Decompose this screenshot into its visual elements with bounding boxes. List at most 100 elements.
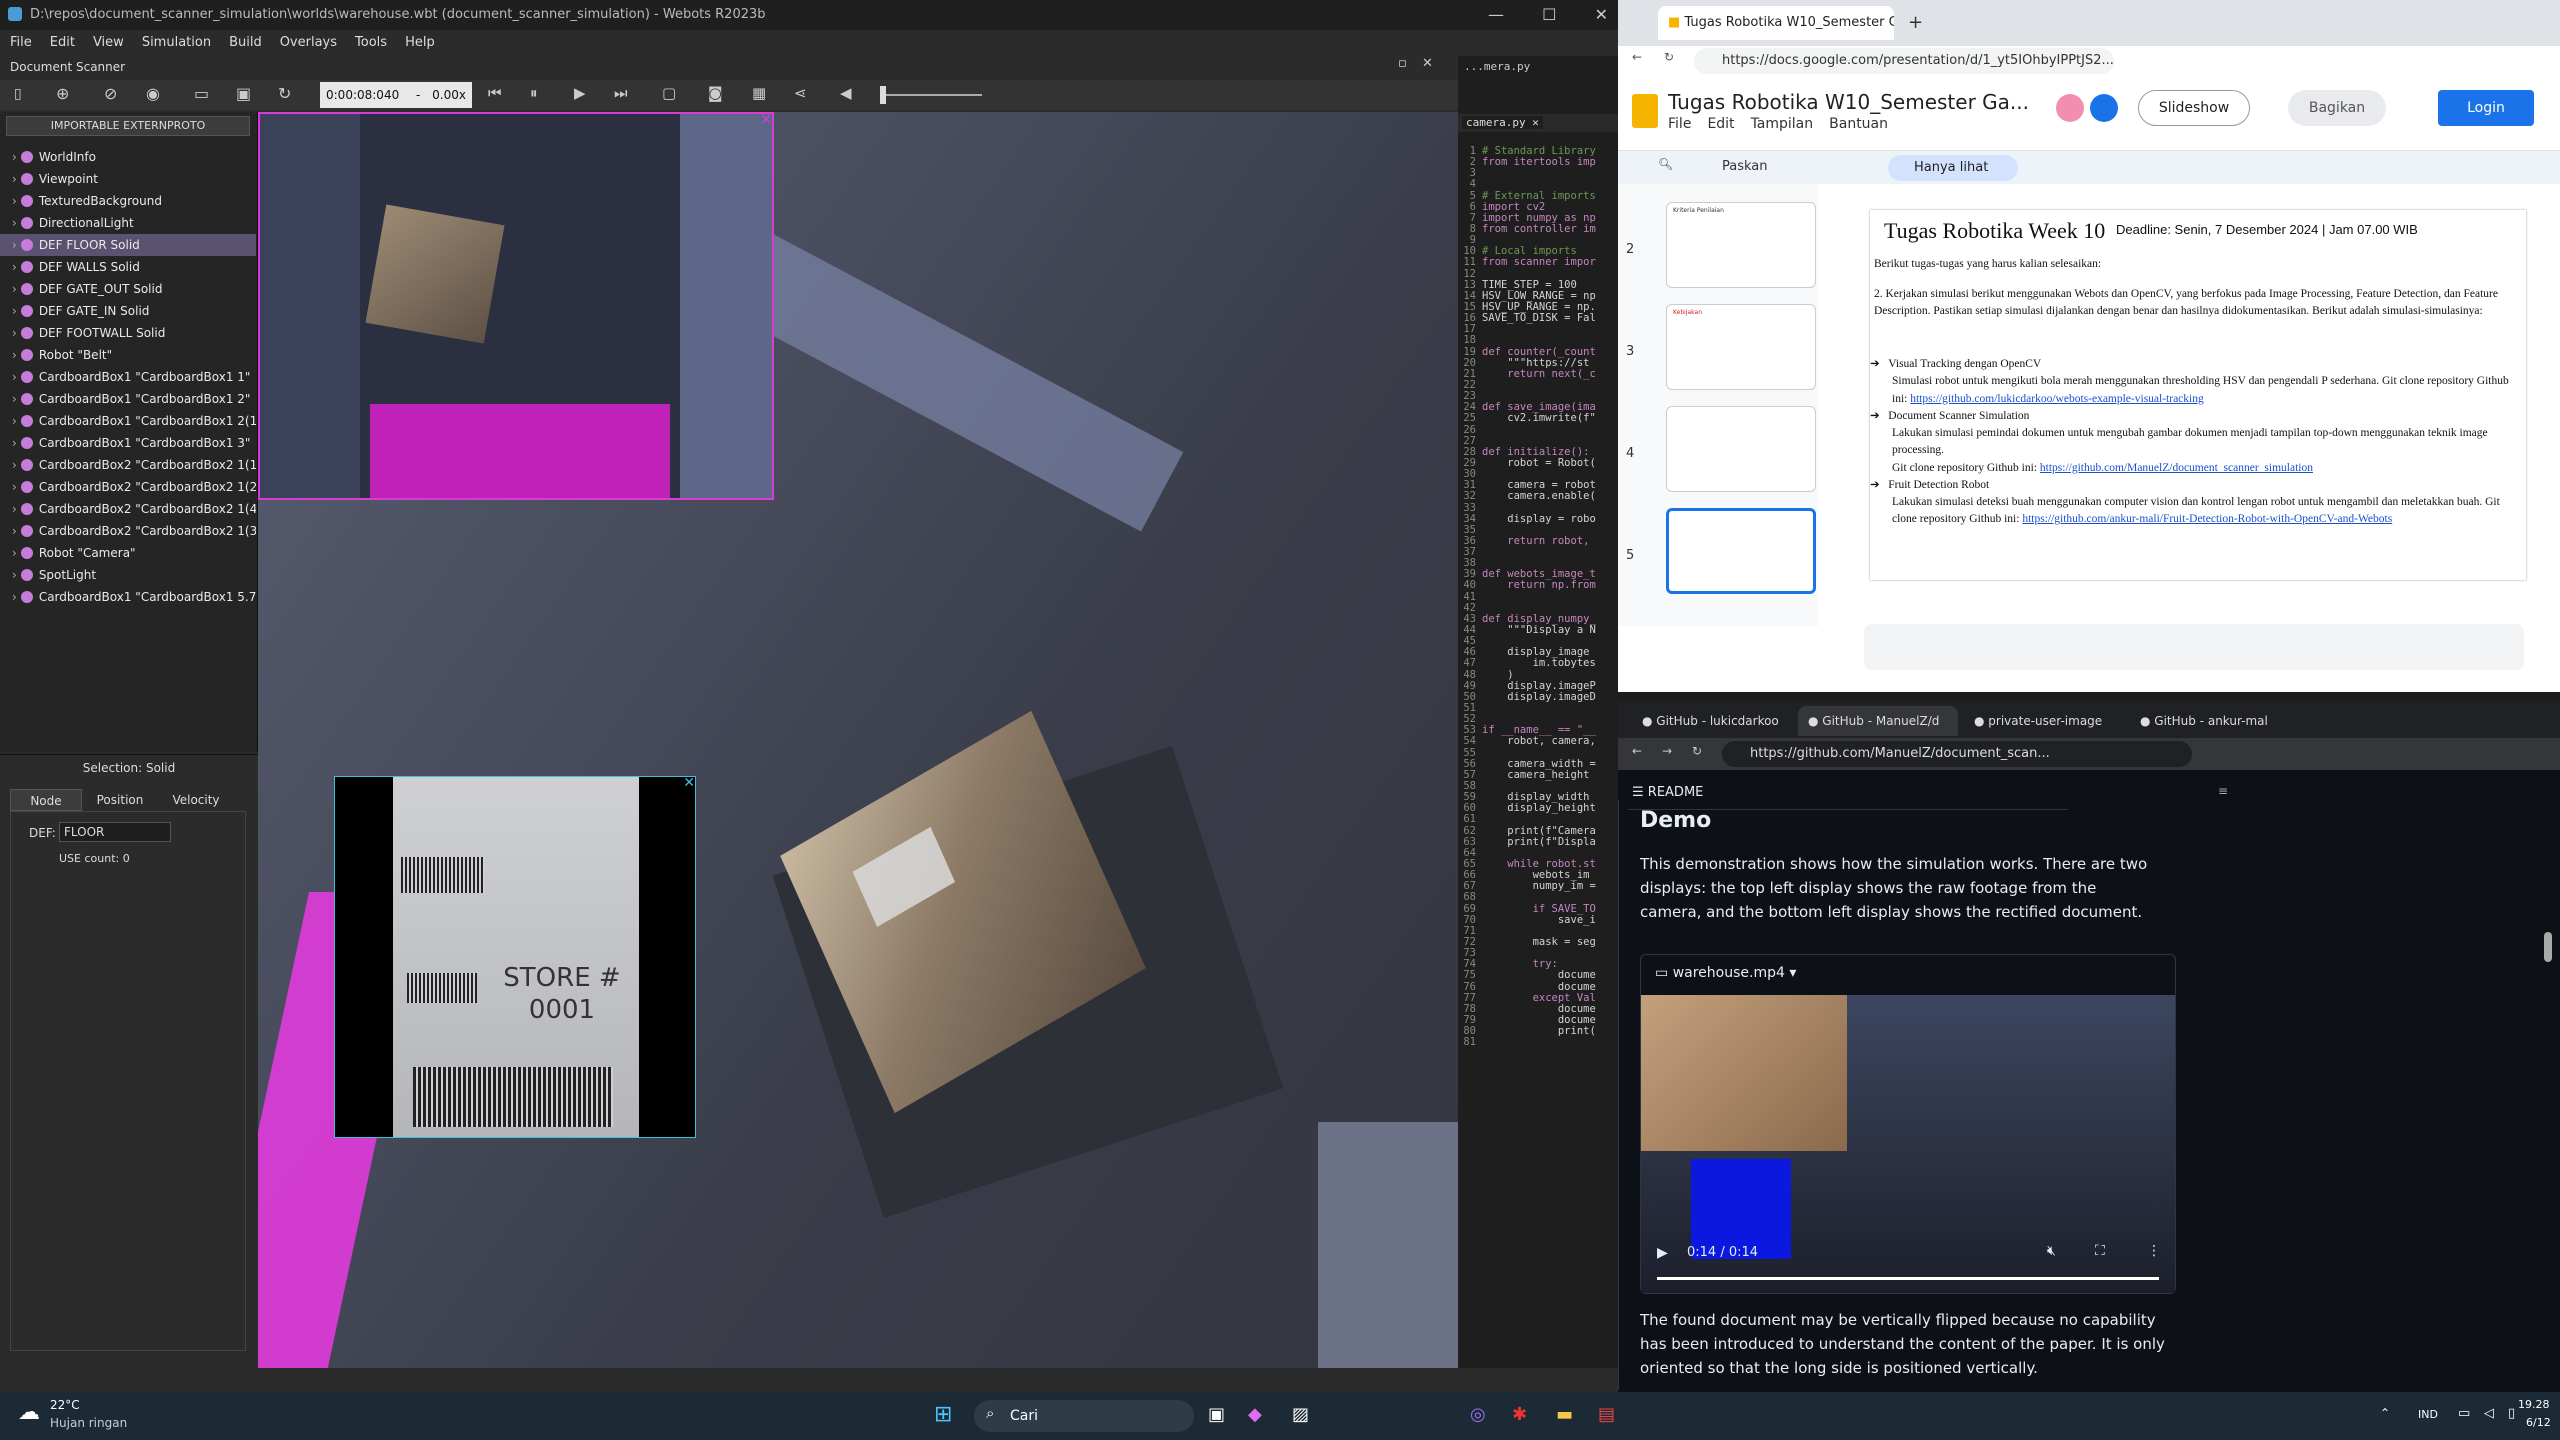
record-icon[interactable]: ▦ xyxy=(752,84,766,102)
video-more-icon[interactable]: ⋮ xyxy=(2147,1243,2161,1259)
menu-build[interactable]: Build xyxy=(229,30,262,56)
open-icon[interactable]: ▭ xyxy=(194,84,209,103)
slides-menu-help[interactable]: Bantuan xyxy=(1829,116,1888,132)
new-tab-icon[interactable]: + xyxy=(1908,12,1923,33)
camera-close-icon[interactable]: ✕ xyxy=(760,114,772,128)
doc-title[interactable]: Tugas Robotika W10_Semester Ga... xyxy=(1668,90,2029,114)
pause-icon[interactable]: ⏸ xyxy=(530,84,538,102)
url-bar[interactable]: https://docs.google.com/presentation/d/1… xyxy=(1694,48,2114,74)
gh-back-icon[interactable]: ← xyxy=(1632,744,1642,758)
slides-menu-view[interactable]: Tampilan xyxy=(1751,116,1814,132)
tree-item[interactable]: › CardboardBox2 "CardboardBox2 1(2)" xyxy=(0,476,256,498)
search-box[interactable]: Cari xyxy=(974,1400,1194,1432)
clock-time[interactable]: 19.28 xyxy=(2518,1398,2550,1411)
gh-reload-icon[interactable]: ↻ xyxy=(1692,744,1702,758)
explorer-icon[interactable]: ▬ xyxy=(1556,1404,1573,1425)
volume-handle[interactable] xyxy=(880,86,886,104)
volume-icon[interactable]: ◀ xyxy=(840,84,852,102)
gh-forward-icon[interactable]: → xyxy=(1662,744,1672,758)
app-icon-1[interactable]: ◎ xyxy=(1470,1404,1486,1425)
camera-icon[interactable]: ◙ xyxy=(708,84,723,102)
video-fullscreen-icon[interactable]: ⛶ xyxy=(2095,1243,2105,1259)
save-icon[interactable]: ▣ xyxy=(236,84,251,103)
weather-icon[interactable]: ☁ xyxy=(18,1400,40,1425)
menu-simulation[interactable]: Simulation xyxy=(142,30,211,56)
bullet-2-link[interactable]: https://github.com/ManuelZ/document_scan… xyxy=(2040,462,2313,474)
start-icon[interactable]: ⊞ xyxy=(934,1402,952,1427)
3d-view[interactable]: ✕ STORE # 0001 ✕ xyxy=(258,112,1458,1368)
restore-icon[interactable]: ▢ xyxy=(662,84,676,102)
minimize-icon[interactable]: — xyxy=(1488,0,1504,30)
speaker-notes[interactable] xyxy=(1864,624,2524,670)
undock-icon[interactable]: ▫ xyxy=(1398,56,1407,71)
fast-forward-icon[interactable]: ⏭ xyxy=(614,84,628,102)
reload-icon[interactable]: ↻ xyxy=(1664,50,1674,64)
volume-slider[interactable] xyxy=(882,94,982,96)
slide-thumbnail[interactable]: Kriteria Penilaian xyxy=(1666,202,1816,288)
tree-item[interactable]: › WorldInfo xyxy=(0,146,256,168)
tree-item[interactable]: › CardboardBox2 "CardboardBox2 1(4)" xyxy=(0,498,256,520)
slide-thumbnail[interactable] xyxy=(1666,508,1816,594)
tree-item[interactable]: › CardboardBox1 "CardboardBox1 3" xyxy=(0,432,256,454)
slides-menu-file[interactable]: File xyxy=(1668,116,1691,132)
language[interactable]: IND xyxy=(2418,1408,2438,1421)
volume-tray-icon[interactable]: ◁ xyxy=(2484,1406,2494,1421)
tab-position[interactable]: Position xyxy=(82,789,158,811)
tab-slides[interactable]: ■ Tugas Robotika W10_Semester Ga xyxy=(1658,6,1894,40)
photos-icon[interactable]: ▨ xyxy=(1292,1404,1309,1425)
tree-item[interactable]: › DirectionalLight xyxy=(0,212,256,234)
editor-tab-camera[interactable]: camera.py ✕ xyxy=(1462,116,1543,129)
video-player[interactable]: ▶ 0:14 / 0:14 🔇︎ ⛶ ⋮ xyxy=(1641,995,2175,1293)
close-icon[interactable]: ✕ xyxy=(1595,0,1608,30)
tree-item[interactable]: › DEF GATE_IN Solid xyxy=(0,300,256,322)
slide-thumbnail[interactable] xyxy=(1666,406,1816,492)
rectified-display[interactable]: STORE # 0001 ✕ xyxy=(334,775,696,1138)
tree-item[interactable]: › CardboardBox1 "CardboardBox1 2" xyxy=(0,388,256,410)
play-icon[interactable]: ▶ xyxy=(574,84,586,102)
tab-node[interactable]: Node xyxy=(10,789,82,811)
network-icon[interactable]: ▭ xyxy=(2458,1406,2470,1421)
tree-item[interactable]: › CardboardBox1 "CardboardBox1 2(1)" xyxy=(0,410,256,432)
avatar[interactable] xyxy=(2056,94,2084,122)
tree-item[interactable]: › CardboardBox2 "CardboardBox2 1(3)" xyxy=(0,520,256,542)
view-icon[interactable]: ◉ xyxy=(146,84,160,103)
github-tab[interactable]: ● GitHub - lukicdarkoo xyxy=(1632,706,1792,736)
share-button[interactable]: Bagikan xyxy=(2288,90,2386,126)
zoom-icon[interactable]: 🔍︎ xyxy=(1658,157,1673,171)
github-tab[interactable]: ● private-user-image xyxy=(1964,706,2124,736)
bullet-1-link[interactable]: https://github.com/lukicdarkoo/webots-ex… xyxy=(1910,393,2204,405)
add-node-icon[interactable]: ⊕ xyxy=(56,84,69,103)
camera-display[interactable]: ✕ xyxy=(258,112,774,500)
video-play-icon[interactable]: ▶ xyxy=(1657,1245,1668,1261)
menu-overlays[interactable]: Overlays xyxy=(280,30,337,56)
hide-panel-icon[interactable]: ▯ xyxy=(14,86,22,102)
menu-help[interactable]: Help xyxy=(405,30,435,56)
tree-item[interactable]: › Robot "Camera" xyxy=(0,542,256,564)
share-icon[interactable]: ⋖ xyxy=(794,84,807,102)
app-icon-2[interactable]: ▤ xyxy=(1598,1404,1615,1425)
menu-edit[interactable]: Edit xyxy=(50,30,75,56)
importable-externproto-button[interactable]: IMPORTABLE EXTERNPROTO xyxy=(6,116,250,136)
video-mute-icon[interactable]: 🔇︎ xyxy=(2047,1243,2056,1259)
webots-taskbar-icon[interactable]: ✱ xyxy=(1512,1404,1527,1425)
battery-icon[interactable]: ▯ xyxy=(2508,1406,2515,1421)
reload-icon[interactable]: ↻ xyxy=(278,84,291,103)
gh-url-bar[interactable]: https://github.com/ManuelZ/document_scan… xyxy=(1722,741,2192,767)
readme-outline-icon[interactable]: ≡ xyxy=(2218,784,2228,798)
slide-thumbnail[interactable]: Kebijakan xyxy=(1666,304,1816,390)
code-lines[interactable]: 1 # Standard Library 2 from itertools imp 3 4… xyxy=(1458,146,1618,1048)
github-tab[interactable]: ● GitHub - ManuelZ/d xyxy=(1798,706,1958,736)
github-tab[interactable]: ● GitHub - ankur-mal xyxy=(2130,706,2290,736)
tree-item[interactable]: › DEF GATE_OUT Solid xyxy=(0,278,256,300)
reset-view-icon[interactable]: ⊘ xyxy=(104,84,117,103)
step-back-icon[interactable]: ⏮ xyxy=(488,84,502,102)
tree-item[interactable]: › CardboardBox2 "CardboardBox2 1(1)" xyxy=(0,454,256,476)
task-view-icon[interactable]: ▣ xyxy=(1208,1404,1225,1425)
video-progress[interactable] xyxy=(1657,1277,2159,1280)
copilot-icon[interactable]: ◆ xyxy=(1248,1404,1262,1425)
tree-item[interactable]: › DEF WALLS Solid xyxy=(0,256,256,278)
view-only-chip[interactable]: Hanya lihat xyxy=(1888,155,2018,181)
tree-item[interactable]: › DEF FLOOR Solid xyxy=(0,234,256,256)
slideshow-button[interactable]: Slideshow xyxy=(2138,90,2250,126)
def-input[interactable]: FLOOR xyxy=(59,822,171,842)
